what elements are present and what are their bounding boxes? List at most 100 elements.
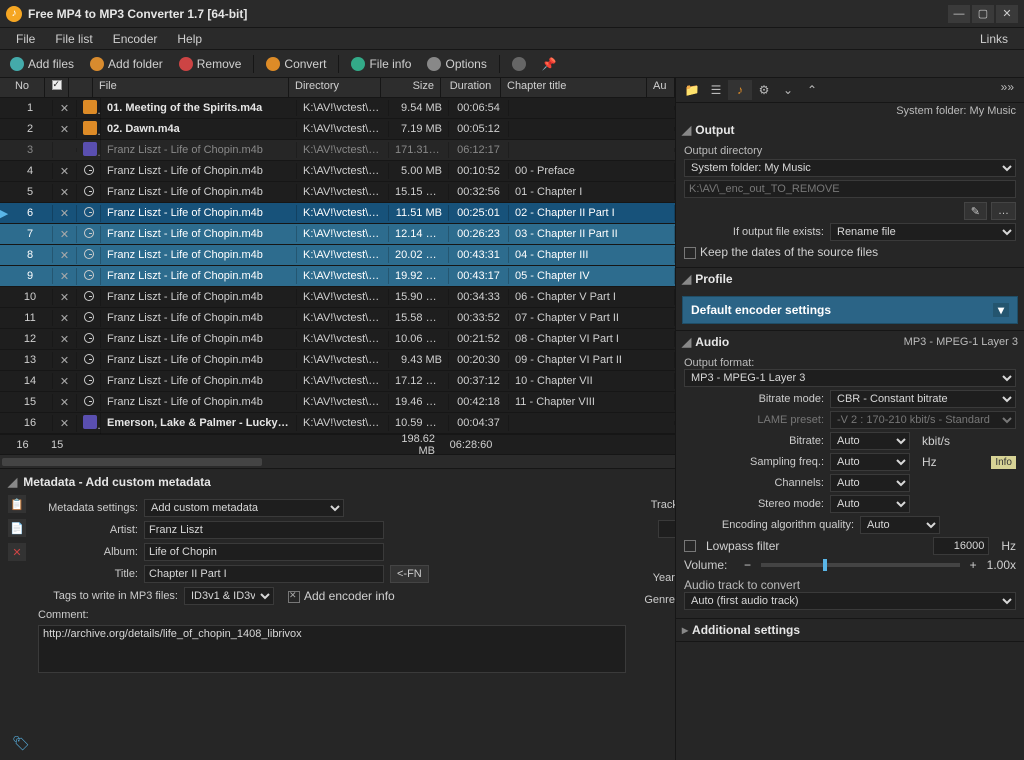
profile-select[interactable]: Default encoder settings▾ bbox=[682, 296, 1018, 324]
h-scrollbar[interactable] bbox=[0, 454, 675, 468]
table-row[interactable]: 8✕Franz Liszt - Life of Chopin.m4bK:\AV!… bbox=[0, 245, 675, 266]
file-info-button[interactable]: File info bbox=[345, 55, 417, 73]
delete-icon[interactable]: ✕ bbox=[8, 543, 26, 561]
col-directory[interactable]: Directory bbox=[289, 78, 381, 97]
table-row[interactable]: 5✕Franz Liszt - Life of Chopin.m4bK:\AV!… bbox=[0, 182, 675, 203]
output-format-select[interactable]: MP3 - MPEG-1 Layer 3 bbox=[684, 369, 1016, 387]
tab-more-icon[interactable]: »» bbox=[995, 80, 1020, 100]
table-row[interactable]: 2✕02. Dawn.m4aK:\AV!\vctest\m4a7.19 MB00… bbox=[0, 119, 675, 140]
maximize-button[interactable]: ▢ bbox=[972, 5, 994, 23]
table-row[interactable]: 15✕Franz Liszt - Life of Chopin.m4bK:\AV… bbox=[0, 392, 675, 413]
output-format-label: Output format: bbox=[684, 357, 1016, 369]
col-size[interactable]: Size bbox=[381, 78, 441, 97]
close-button[interactable]: ✕ bbox=[996, 5, 1018, 23]
channels-label: Channels: bbox=[684, 477, 824, 489]
table-row[interactable]: 3Franz Liszt - Life of Chopin.m4bK:\AV!\… bbox=[0, 140, 675, 161]
title-input[interactable] bbox=[144, 565, 384, 583]
menu-encoder[interactable]: Encoder bbox=[103, 32, 168, 46]
table-row[interactable]: 4✕Franz Liszt - Life of Chopin.m4bK:\AV!… bbox=[0, 161, 675, 182]
encoder-info-checkbox[interactable]: ✕ bbox=[288, 591, 300, 603]
bitrate-select[interactable]: Auto bbox=[830, 432, 910, 450]
metadata-panel-header[interactable]: ◢Metadata - Add custom metadata bbox=[8, 473, 667, 495]
lowpass-input[interactable] bbox=[933, 537, 989, 555]
toolbar: Add files Add folder Remove Convert File… bbox=[0, 50, 1024, 78]
add-folder-button[interactable]: Add folder bbox=[84, 55, 169, 73]
fn-button[interactable]: <-FN bbox=[390, 565, 429, 583]
tab-chevron-up-icon[interactable]: ⌃ bbox=[800, 80, 824, 100]
menu-file[interactable]: File bbox=[6, 32, 45, 46]
profile-header[interactable]: ◢Profile bbox=[676, 268, 1024, 290]
minimize-button[interactable]: — bbox=[948, 5, 970, 23]
album-input[interactable] bbox=[144, 543, 384, 561]
comment-textarea[interactable]: http://archive.org/details/life_of_chopi… bbox=[38, 625, 626, 673]
table-row[interactable]: 10✕Franz Liszt - Life of Chopin.m4bK:\AV… bbox=[0, 287, 675, 308]
tab-chevron-down-icon[interactable]: ⌄ bbox=[776, 80, 800, 100]
remove-button[interactable]: Remove bbox=[173, 55, 248, 73]
tags-select[interactable]: ID3v1 & ID3v2 bbox=[184, 587, 274, 605]
table-row[interactable]: ▶6✕Franz Liszt - Life of Chopin.m4bK:\AV… bbox=[0, 203, 675, 224]
output-mask-input[interactable] bbox=[684, 180, 1016, 198]
tab-folder-icon[interactable]: 📁 bbox=[680, 80, 704, 100]
track-convert-select[interactable]: Auto (first audio track) bbox=[684, 592, 1016, 610]
col-duration[interactable]: Duration bbox=[441, 78, 501, 97]
audio-header[interactable]: ◢AudioMP3 - MPEG-1 Layer 3 bbox=[676, 331, 1024, 353]
volume-slider[interactable] bbox=[761, 563, 960, 567]
channels-select[interactable]: Auto bbox=[830, 474, 910, 492]
menu-links[interactable]: Links bbox=[970, 32, 1018, 46]
table-row[interactable]: 13✕Franz Liszt - Life of Chopin.m4bK:\AV… bbox=[0, 350, 675, 371]
artist-input[interactable] bbox=[144, 521, 384, 539]
metadata-settings-label: Metadata settings: bbox=[38, 502, 138, 514]
output-directory-select[interactable]: System folder: My Music bbox=[684, 159, 1016, 177]
metadata-settings-select[interactable]: Add custom metadata bbox=[144, 499, 344, 517]
album-label: Album: bbox=[38, 546, 138, 558]
info-badge[interactable]: Info bbox=[991, 456, 1016, 469]
menu-filelist[interactable]: File list bbox=[45, 32, 102, 46]
edit-mask-button[interactable]: ✎ bbox=[964, 202, 987, 220]
pin-icon[interactable]: 📌 bbox=[536, 55, 563, 73]
col-no[interactable]: No bbox=[0, 78, 45, 97]
enc-quality-label: Encoding algorithm quality: bbox=[684, 519, 854, 531]
tab-list-icon[interactable]: ☰ bbox=[704, 80, 728, 100]
copy-icon[interactable]: 📋 bbox=[8, 495, 26, 513]
table-row[interactable]: 12✕Franz Liszt - Life of Chopin.m4bK:\AV… bbox=[0, 329, 675, 350]
tag-icon[interactable]: 🏷 bbox=[12, 735, 30, 752]
convert-button[interactable]: Convert bbox=[260, 55, 332, 73]
trackno-label: Track No: bbox=[638, 499, 675, 511]
stereo-mode-select[interactable]: Auto bbox=[830, 495, 910, 513]
table-row[interactable]: 16✕Emerson, Lake & Palmer - Lucky Ma...K… bbox=[0, 413, 675, 434]
menu-help[interactable]: Help bbox=[167, 32, 212, 46]
table-totals: 16 15 198.62 MB 06:28:60 bbox=[0, 434, 675, 454]
enc-quality-select[interactable]: Auto bbox=[860, 516, 940, 534]
table-row[interactable]: 9✕Franz Liszt - Life of Chopin.m4bK:\AV!… bbox=[0, 266, 675, 287]
file-exists-select[interactable]: Rename file bbox=[830, 223, 1016, 241]
stereo-mode-label: Stereo mode: bbox=[684, 498, 824, 510]
file-exists-label: If output file exists: bbox=[684, 226, 824, 238]
options-button[interactable]: Options bbox=[421, 55, 492, 73]
tab-note-icon[interactable]: ♪ bbox=[728, 80, 752, 100]
add-files-button[interactable]: Add files bbox=[4, 55, 80, 73]
col-file[interactable]: File bbox=[93, 78, 289, 97]
lame-preset-select: -V 2 : 170-210 kbit/s - Standard bbox=[830, 411, 1016, 429]
system-folder-label: System folder: My Music bbox=[676, 103, 1024, 119]
sampling-freq-select[interactable]: Auto bbox=[830, 453, 910, 471]
col-checkbox[interactable]: ✓ bbox=[45, 78, 69, 97]
app-icon: ♪ bbox=[6, 6, 22, 22]
lowpass-checkbox[interactable] bbox=[684, 540, 696, 552]
output-header[interactable]: ◢Output bbox=[676, 119, 1024, 141]
table-row[interactable]: 7✕Franz Liszt - Life of Chopin.m4bK:\AV!… bbox=[0, 224, 675, 245]
bitrate-mode-select[interactable]: CBR - Constant bitrate bbox=[830, 390, 1016, 408]
keep-dates-checkbox[interactable] bbox=[684, 247, 696, 259]
track-current-input[interactable] bbox=[658, 520, 675, 538]
col-chapter[interactable]: Chapter title bbox=[501, 78, 647, 97]
table-row[interactable]: 14✕Franz Liszt - Life of Chopin.m4bK:\AV… bbox=[0, 371, 675, 392]
home-icon[interactable] bbox=[506, 55, 532, 73]
volume-label: Volume: bbox=[684, 558, 734, 572]
paste-icon[interactable]: 📄 bbox=[8, 519, 26, 537]
col-audio[interactable]: Au bbox=[647, 78, 675, 97]
additional-settings-header[interactable]: ▸Additional settings bbox=[676, 619, 1024, 641]
browse-button[interactable]: … bbox=[991, 202, 1016, 220]
table-row[interactable]: 1✕01. Meeting of the Spirits.m4aK:\AV!\v… bbox=[0, 98, 675, 119]
sampling-freq-label: Sampling freq.: bbox=[684, 456, 824, 468]
table-row[interactable]: 11✕Franz Liszt - Life of Chopin.m4bK:\AV… bbox=[0, 308, 675, 329]
tab-gear-icon[interactable]: ⚙ bbox=[752, 80, 776, 100]
